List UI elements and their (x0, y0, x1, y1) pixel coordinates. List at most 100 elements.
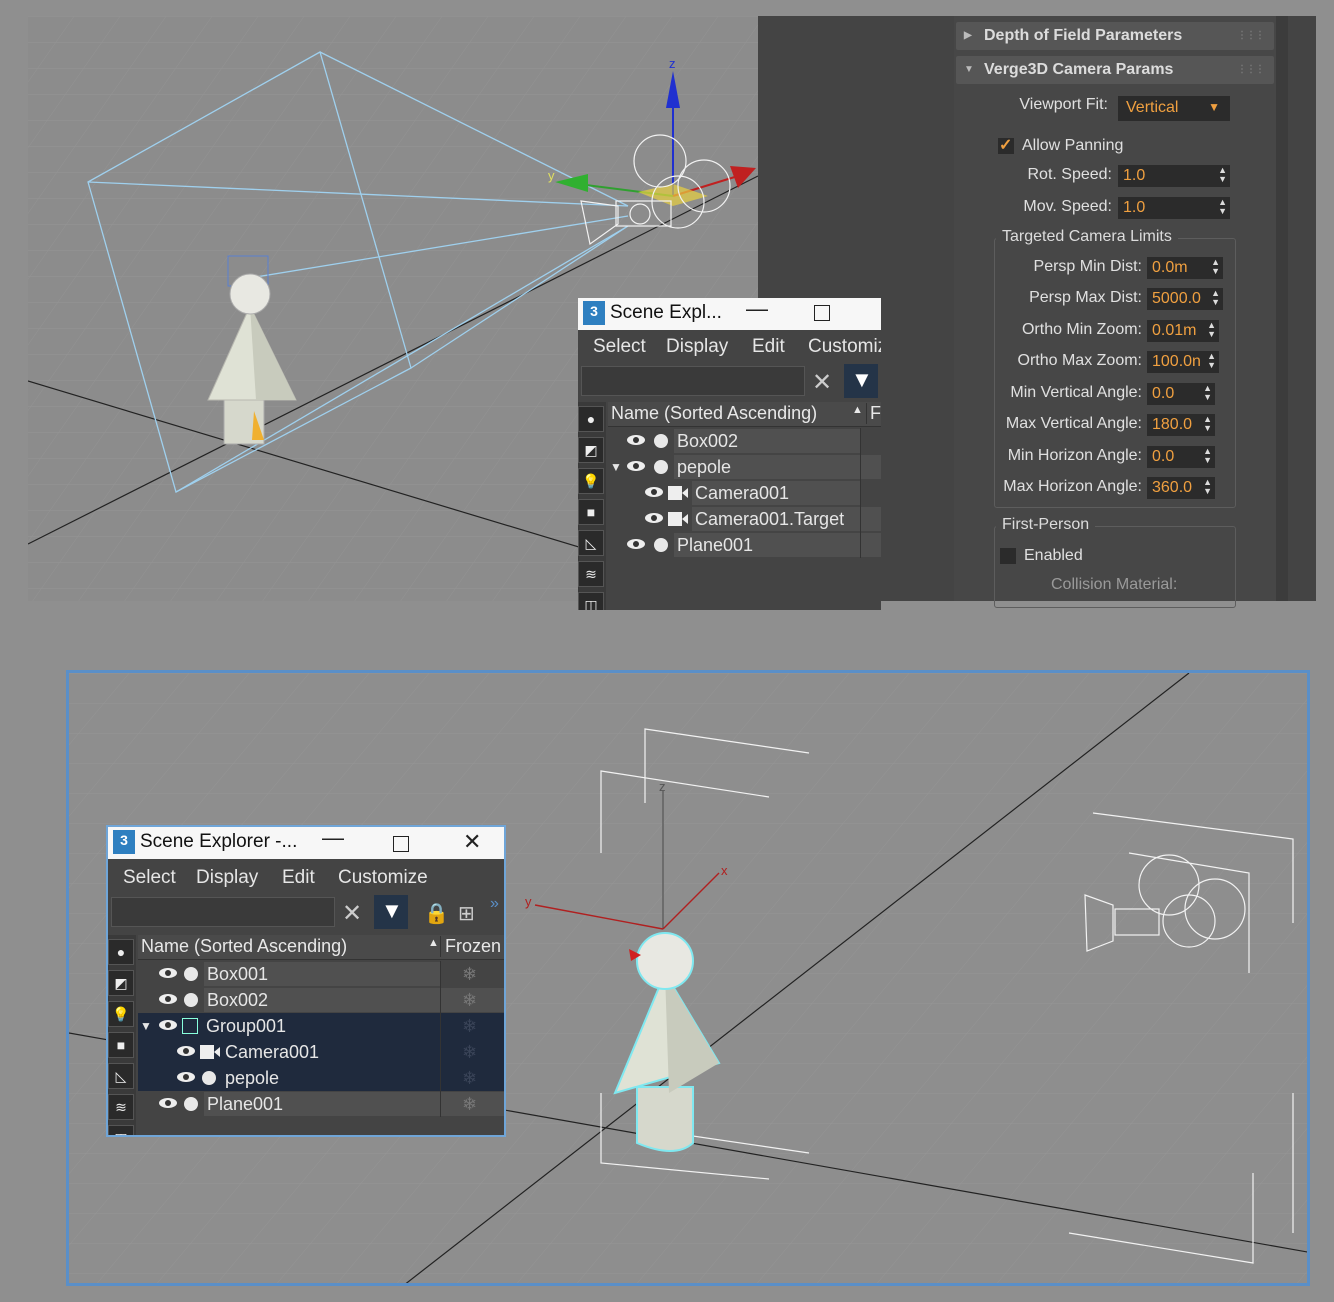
column-name-header[interactable]: Name (Sorted Ascending) (611, 403, 817, 424)
column-frozen-header[interactable]: Fr (866, 403, 881, 424)
frozen-snowflake-icon[interactable]: ❄ (462, 987, 477, 1013)
tree-row[interactable]: Box002 (608, 428, 881, 454)
eye-icon[interactable] (158, 967, 178, 979)
spinner-arrows-icon[interactable]: ▲ ▼ (1211, 289, 1220, 307)
overflow-chevron-icon[interactable]: » (490, 895, 499, 913)
clear-icon[interactable]: ✕ (812, 368, 832, 397)
first-person-enabled-checkbox[interactable] (1000, 548, 1016, 564)
title-bar[interactable]: 3 Scene Expl... — (578, 298, 881, 330)
lights-filter-icon[interactable]: 💡 (108, 1001, 134, 1027)
menu-customize[interactable]: Customiz (808, 336, 881, 358)
minimize-icon[interactable]: — (322, 827, 344, 851)
spinner-arrows-icon[interactable]: ▲ ▼ (1218, 166, 1227, 184)
geometry-filter-icon[interactable]: ● (108, 939, 134, 965)
frozen-snowflake-icon[interactable]: ❄ (462, 1039, 477, 1065)
title-bar[interactable]: 3 Scene Explorer -... — ✕ (108, 827, 504, 859)
persp-max-dist-spinner[interactable]: 5000.0 ▲ ▼ (1147, 288, 1223, 310)
eye-icon[interactable] (176, 1045, 196, 1057)
ortho-min-zoom-spinner[interactable]: 0.01m ▲ ▼ (1147, 320, 1219, 342)
lock-icon[interactable]: 🔒 (424, 901, 449, 926)
tree-row[interactable]: ▼ pepole (608, 454, 881, 480)
eye-icon[interactable] (626, 460, 646, 472)
maximize-icon[interactable] (393, 836, 409, 852)
tree-row[interactable]: Box001 ❄ (138, 961, 504, 987)
rollout-verge3d-camera-params[interactable]: ▼ Verge3D Camera Params ⋮⋮⋮ (956, 56, 1274, 84)
allow-panning-checkbox[interactable]: ✓ (998, 137, 1014, 154)
search-input[interactable] (581, 366, 805, 396)
spinner-arrows-icon[interactable]: ▲ ▼ (1203, 384, 1212, 402)
menu-customize[interactable]: Customize (338, 867, 428, 889)
min-horizon-angle-spinner[interactable]: 0.0 ▲ ▼ (1147, 446, 1215, 468)
menu-select[interactable]: Select (593, 336, 646, 358)
min-vertical-angle-spinner[interactable]: 0.0 ▲ ▼ (1147, 383, 1215, 405)
persp-min-dist-spinner[interactable]: 0.0m ▲ ▼ (1147, 257, 1223, 279)
eye-icon[interactable] (644, 486, 664, 498)
cameras-filter-icon[interactable]: ■ (108, 1032, 134, 1058)
menu-edit[interactable]: Edit (752, 336, 785, 358)
tree-row[interactable]: ▼ Group001 ❄ (138, 1013, 504, 1039)
geometry-filter-icon[interactable]: ● (578, 406, 604, 432)
cameras-filter-icon[interactable]: ■ (578, 499, 604, 525)
spinner-arrows-icon[interactable]: ▲ ▼ (1218, 198, 1227, 216)
eye-icon[interactable] (158, 1097, 178, 1109)
shapes-filter-icon[interactable]: ◩ (578, 437, 604, 463)
eye-icon[interactable] (626, 434, 646, 446)
panel-scrollbar[interactable] (1276, 16, 1288, 601)
spinner-arrows-icon[interactable]: ▲ ▼ (1203, 478, 1212, 496)
close-icon[interactable]: ✕ (463, 829, 481, 855)
expand-triangle-icon[interactable]: ▼ (610, 454, 622, 480)
tree-row[interactable]: Plane001 ❄ (138, 1091, 504, 1117)
tree-row[interactable]: Camera001.Target (608, 506, 881, 532)
filter-button[interactable]: ▼ (844, 364, 878, 398)
hierarchy-icon[interactable]: ⊞ (458, 901, 475, 926)
rot-speed-spinner[interactable]: 1.0 ▲ ▼ (1118, 165, 1230, 187)
groups-filter-icon[interactable]: ◫ (108, 1125, 134, 1135)
spacewarps-filter-icon[interactable]: ≋ (108, 1094, 134, 1120)
search-input[interactable] (111, 897, 335, 927)
shapes-filter-icon[interactable]: ◩ (108, 970, 134, 996)
filter-button[interactable]: ▼ (374, 895, 408, 929)
mov-speed-spinner[interactable]: 1.0 ▲ ▼ (1118, 197, 1230, 219)
menu-display[interactable]: Display (666, 336, 728, 358)
tree-row[interactable]: Camera001 ❄ (138, 1039, 504, 1065)
spinner-arrows-icon[interactable]: ▲ ▼ (1207, 321, 1216, 339)
eye-icon[interactable] (158, 993, 178, 1005)
eye-icon[interactable] (644, 512, 664, 524)
spinner-arrows-icon[interactable]: ▲ ▼ (1203, 415, 1212, 433)
eye-icon[interactable] (176, 1071, 196, 1083)
tree-row[interactable]: pepole ❄ (138, 1065, 504, 1091)
rollout-depth-of-field[interactable]: ▶ Depth of Field Parameters ⋮⋮⋮ (956, 22, 1274, 50)
maximize-icon[interactable] (814, 305, 830, 321)
spinner-arrows-icon[interactable]: ▲ ▼ (1203, 447, 1212, 465)
spinner-arrows-icon[interactable]: ▲ ▼ (1207, 352, 1216, 370)
expand-triangle-icon[interactable]: ▼ (140, 1013, 152, 1039)
clear-icon[interactable]: ✕ (342, 899, 362, 928)
spacewarps-filter-icon[interactable]: ≋ (578, 561, 604, 587)
eye-icon[interactable] (158, 1019, 178, 1031)
menu-display[interactable]: Display (196, 867, 258, 889)
ortho-max-zoom-spinner[interactable]: 100.0n ▲ ▼ (1147, 351, 1219, 373)
menu-edit[interactable]: Edit (282, 867, 315, 889)
tree-row[interactable]: Box002 ❄ (138, 987, 504, 1013)
spinner-arrows-icon[interactable]: ▲ ▼ (1211, 258, 1220, 276)
groups-filter-icon[interactable]: ◫ (578, 592, 604, 610)
menu-select[interactable]: Select (123, 867, 176, 889)
max-vertical-angle-spinner[interactable]: 180.0 ▲ ▼ (1147, 414, 1215, 436)
eye-icon[interactable] (626, 538, 646, 550)
helpers-filter-icon[interactable]: ◺ (108, 1063, 134, 1089)
helpers-filter-icon[interactable]: ◺ (578, 530, 604, 556)
frozen-snowflake-icon[interactable]: ❄ (462, 1013, 477, 1039)
first-person-title: First-Person (996, 516, 1096, 534)
frozen-snowflake-icon[interactable]: ❄ (462, 1091, 477, 1117)
minimize-icon[interactable]: — (746, 298, 768, 322)
frozen-snowflake-icon[interactable]: ❄ (462, 961, 477, 987)
viewport-fit-dropdown[interactable]: Vertical ▼ (1118, 96, 1230, 121)
lights-filter-icon[interactable]: 💡 (578, 468, 604, 494)
column-frozen-header[interactable]: Frozen (440, 936, 501, 957)
frozen-snowflake-icon[interactable]: ❄ (462, 1065, 477, 1091)
column-name-header[interactable]: Name (Sorted Ascending) (141, 936, 347, 957)
tree-row[interactable]: Plane001 (608, 532, 881, 558)
max-horizon-angle-spinner[interactable]: 360.0 ▲ ▼ (1147, 477, 1215, 499)
group-icon (182, 1018, 198, 1034)
tree-row[interactable]: Camera001 (608, 480, 881, 506)
